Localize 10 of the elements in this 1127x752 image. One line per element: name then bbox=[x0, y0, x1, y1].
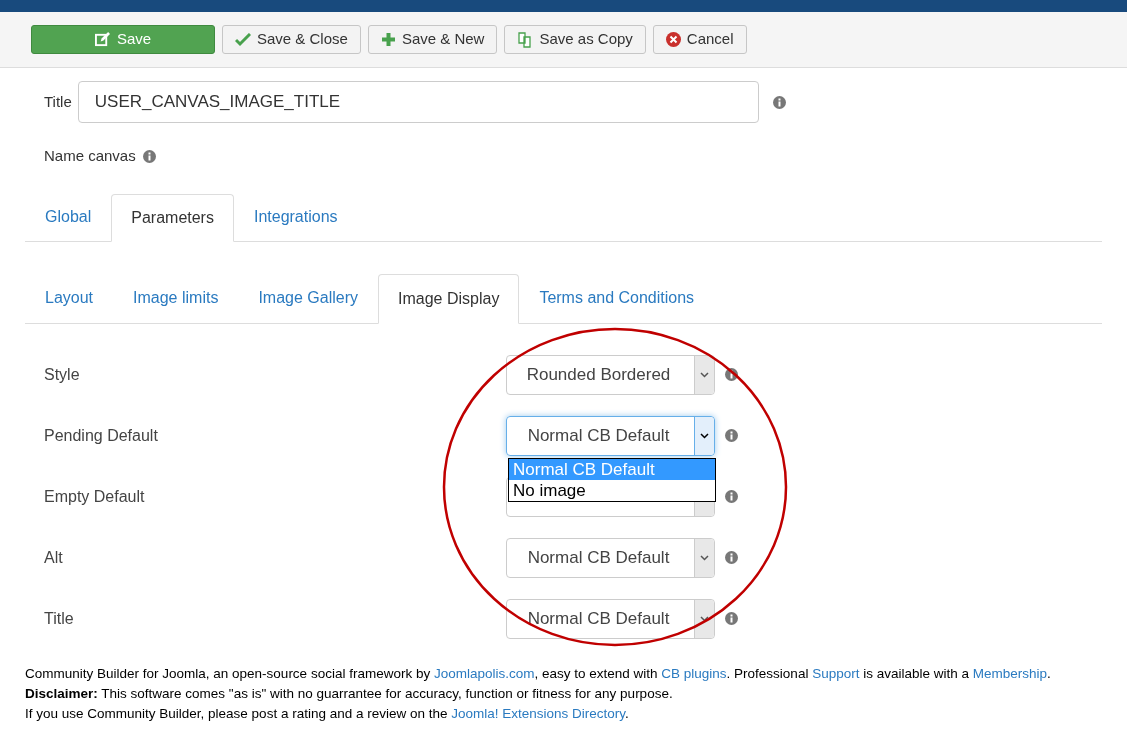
field-label: Pending Default bbox=[43, 425, 159, 446]
field-label: Style bbox=[43, 364, 81, 385]
footer-text: Disclaimer: This software comes "as is" with no guarrantee for accuracy, function or fitness for any purpose. bbox=[25, 685, 674, 703]
field-label: Alt bbox=[43, 547, 64, 568]
footer-text: Community Builder for Joomla, an open-source social framework by Joomlapolis.com, easy to extend with CB plugins. Professional Support is available with a Membership. bbox=[25, 665, 1051, 683]
footer-text: If you use Community Builder, please post a rating and a review on the Joomla! Extensions Directory. bbox=[25, 705, 630, 723]
field-label: Title bbox=[43, 608, 75, 629]
field-label: Empty Default bbox=[43, 486, 146, 507]
field-label: Name canvas bbox=[44, 146, 136, 166]
field-label: Title bbox=[43, 92, 72, 112]
